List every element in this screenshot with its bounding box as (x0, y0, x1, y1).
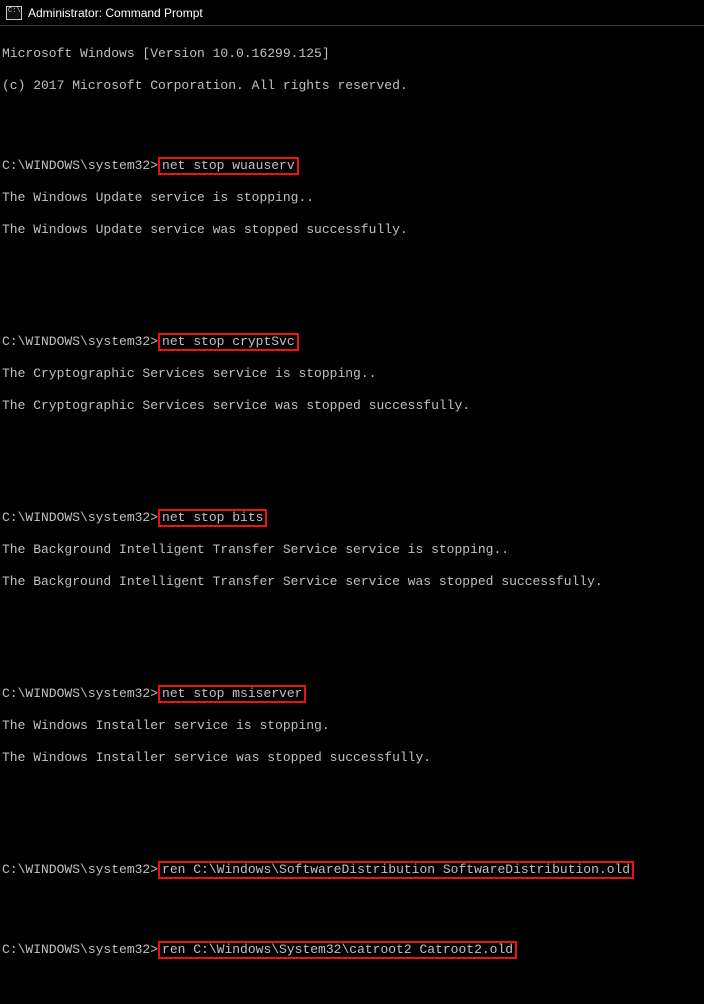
output-line: The Windows Installer service is stoppin… (2, 718, 702, 734)
output-line: The Windows Update service is stopping.. (2, 190, 702, 206)
cmd-icon (6, 6, 22, 20)
prompt-text: C:\WINDOWS\system32> (2, 158, 158, 173)
prompt-line: C:\WINDOWS\system32>net stop cryptSvc (2, 334, 702, 350)
copyright-line: (c) 2017 Microsoft Corporation. All righ… (2, 78, 702, 94)
output-line: The Background Intelligent Transfer Serv… (2, 542, 702, 558)
output-line: The Cryptographic Services service was s… (2, 398, 702, 414)
prompt-text: C:\WINDOWS\system32> (2, 686, 158, 701)
blank-line (2, 286, 702, 302)
blank-line (2, 782, 702, 798)
blank-line (2, 254, 702, 270)
blank-line (2, 638, 702, 654)
window-titlebar[interactable]: Administrator: Command Prompt (0, 0, 704, 26)
command-highlight: net stop cryptSvc (158, 333, 299, 351)
terminal-output[interactable]: Microsoft Windows [Version 10.0.16299.12… (0, 26, 704, 1004)
blank-line (2, 974, 702, 990)
output-line: The Windows Installer service was stoppe… (2, 750, 702, 766)
command-highlight: ren C:\Windows\SoftwareDistribution Soft… (158, 861, 634, 879)
blank-line (2, 462, 702, 478)
prompt-line: C:\WINDOWS\system32>ren C:\Windows\Syste… (2, 942, 702, 958)
prompt-line: C:\WINDOWS\system32>ren C:\Windows\Softw… (2, 862, 702, 878)
blank-line (2, 430, 702, 446)
command-highlight: net stop bits (158, 509, 267, 527)
blank-line (2, 606, 702, 622)
blank-line (2, 814, 702, 830)
command-highlight: ren C:\Windows\System32\catroot2 Catroot… (158, 941, 517, 959)
blank-line (2, 894, 702, 910)
prompt-text: C:\WINDOWS\system32> (2, 942, 158, 957)
prompt-text: C:\WINDOWS\system32> (2, 510, 158, 525)
window-title: Administrator: Command Prompt (28, 6, 203, 20)
prompt-text: C:\WINDOWS\system32> (2, 334, 158, 349)
prompt-line: C:\WINDOWS\system32>net stop wuauserv (2, 158, 702, 174)
blank-line (2, 110, 702, 126)
command-highlight: net stop msiserver (158, 685, 306, 703)
output-line: The Background Intelligent Transfer Serv… (2, 574, 702, 590)
prompt-text: C:\WINDOWS\system32> (2, 862, 158, 877)
command-highlight: net stop wuauserv (158, 157, 299, 175)
output-line: The Cryptographic Services service is st… (2, 366, 702, 382)
output-line: The Windows Update service was stopped s… (2, 222, 702, 238)
version-line: Microsoft Windows [Version 10.0.16299.12… (2, 46, 702, 62)
prompt-line: C:\WINDOWS\system32>net stop msiserver (2, 686, 702, 702)
prompt-line: C:\WINDOWS\system32>net stop bits (2, 510, 702, 526)
